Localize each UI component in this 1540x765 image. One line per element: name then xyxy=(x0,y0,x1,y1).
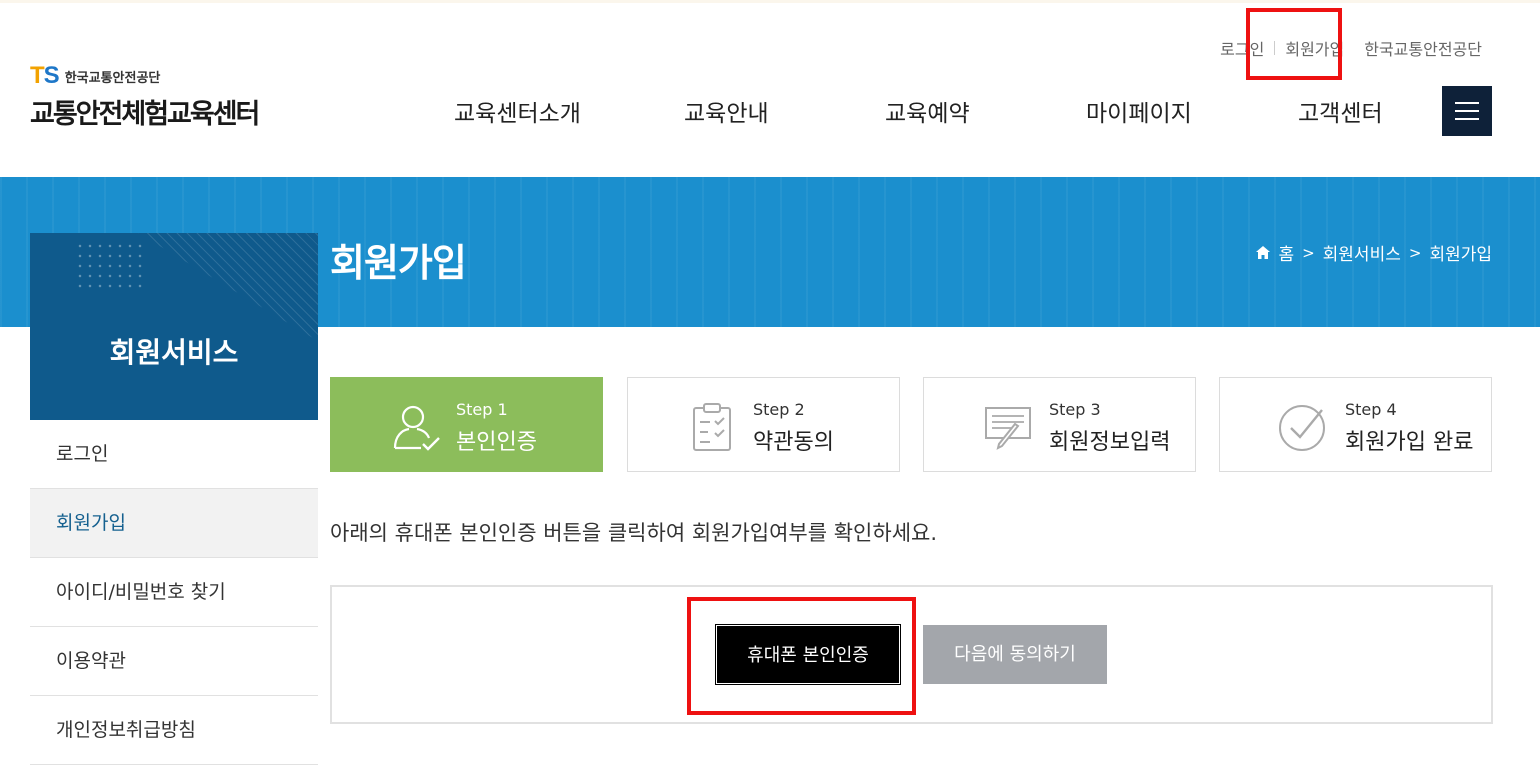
home-icon[interactable] xyxy=(1256,246,1271,259)
signup-link-highlight xyxy=(1246,8,1342,80)
breadcrumb: 홈 > 회원서비스 > 회원가입 xyxy=(1256,240,1492,265)
agree-next-button[interactable]: 다음에 동의하기 xyxy=(923,625,1107,684)
nav-item-support[interactable]: 고객센터 xyxy=(1298,94,1383,128)
page-title: 회원가입 xyxy=(330,241,467,285)
step-4: Step 4 회원가입 완료 xyxy=(1219,377,1492,472)
person-check-icon xyxy=(393,405,440,451)
step-number: Step 2 xyxy=(753,400,805,419)
step-2: Step 2 약관동의 xyxy=(627,377,900,472)
guide-text: 아래의 휴대폰 본인인증 버튼을 클릭하여 회원가입여부를 확인하세요. xyxy=(330,521,938,545)
nav-item-intro[interactable]: 교육센터소개 xyxy=(454,94,581,128)
step-number: Step 3 xyxy=(1049,400,1101,419)
breadcrumb-signup[interactable]: 회원가입 xyxy=(1429,240,1492,265)
nav-item-reservation[interactable]: 교육예약 xyxy=(885,94,970,128)
step-number: Step 1 xyxy=(456,400,508,419)
side-title-box: 회원서비스 xyxy=(30,233,318,420)
chevron-right-icon: > xyxy=(1302,243,1315,262)
side-item-login[interactable]: 로그인 xyxy=(30,420,318,489)
chevron-right-icon: > xyxy=(1408,243,1422,262)
main-nav: 교육센터소개 교육안내 교육예약 마이페이지 고객센터 xyxy=(0,94,1540,128)
breadcrumb-home[interactable]: 홈 xyxy=(1278,240,1294,265)
hamburger-icon[interactable] xyxy=(1442,86,1492,136)
top-accent-line xyxy=(0,0,1540,3)
nav-item-guide[interactable]: 교육안내 xyxy=(684,94,769,128)
step-label: 약관동의 xyxy=(753,430,834,455)
step-label: 회원가입 완료 xyxy=(1345,430,1474,455)
clipboard-check-icon xyxy=(693,403,731,451)
side-menu: 로그인 회원가입 아이디/비밀번호 찾기 이용약관 개인정보취급방침 xyxy=(30,420,318,765)
phone-auth-highlight xyxy=(687,597,916,715)
org-name: 한국교통안전공단 xyxy=(64,70,161,86)
form-pen-icon xyxy=(985,407,1031,450)
step-number: Step 4 xyxy=(1345,400,1397,419)
side-item-find-account[interactable]: 아이디/비밀번호 찾기 xyxy=(30,558,318,627)
step-label: 회원정보입력 xyxy=(1049,430,1171,455)
step-label: 본인인증 xyxy=(456,430,537,455)
step-1: Step 1 본인인증 xyxy=(330,377,603,472)
side-item-terms[interactable]: 이용약관 xyxy=(30,627,318,696)
step-3: Step 3 회원정보입력 xyxy=(923,377,1196,472)
kotsa-link[interactable]: 한국교통안전공단 xyxy=(1354,36,1492,60)
breadcrumb-member-service[interactable]: 회원서비스 xyxy=(1323,240,1401,265)
nav-item-mypage[interactable]: 마이페이지 xyxy=(1086,94,1192,128)
side-item-signup[interactable]: 회원가입 xyxy=(30,489,318,558)
check-circle-icon xyxy=(1279,405,1325,451)
side-title: 회원서비스 xyxy=(109,336,239,369)
ts-logo-mark: TS xyxy=(30,62,60,89)
